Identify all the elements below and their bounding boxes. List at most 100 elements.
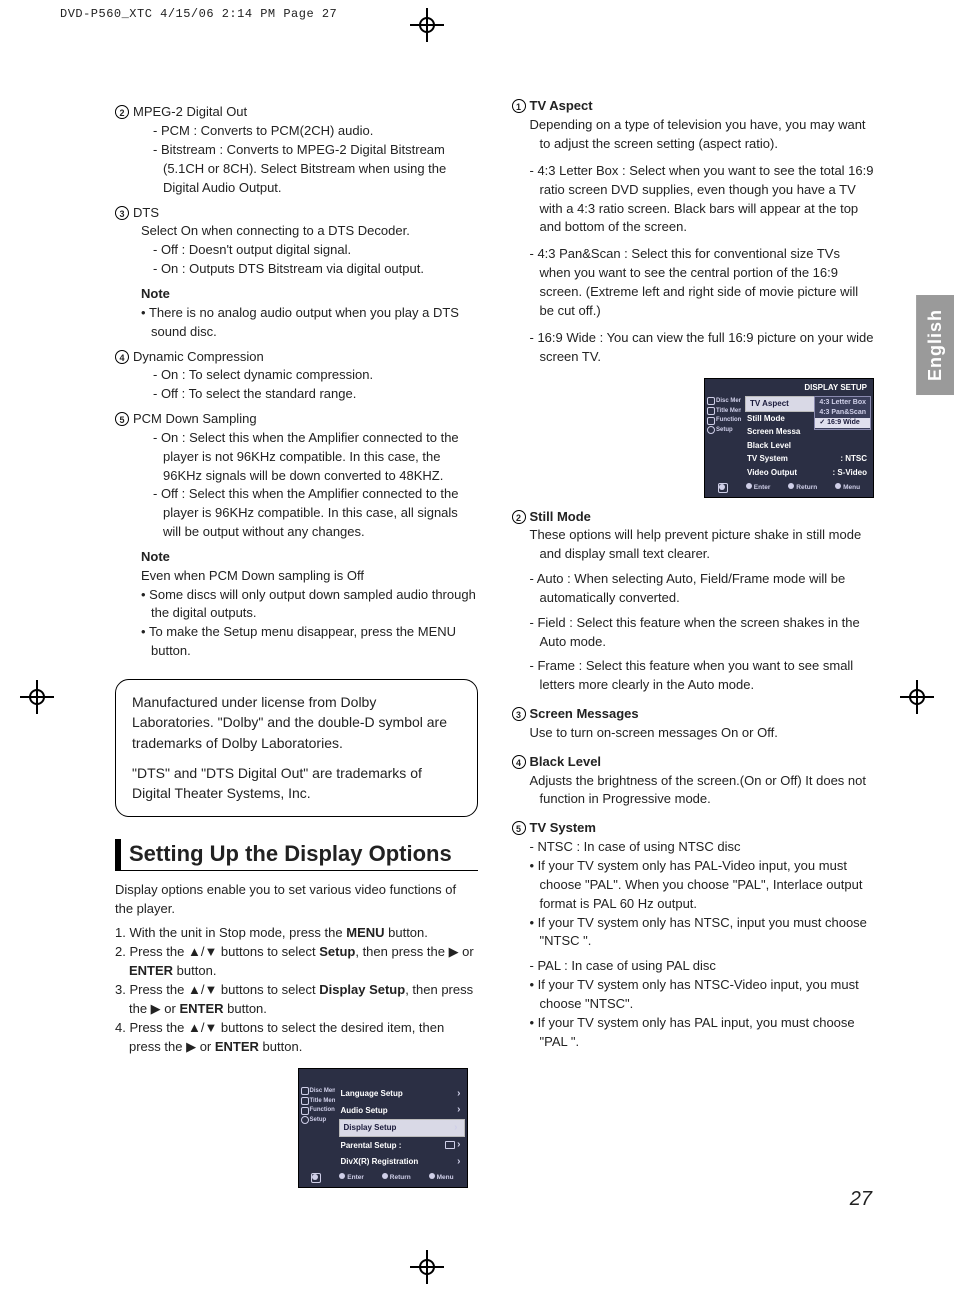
osd2-foot-return: Return xyxy=(788,483,817,493)
osd1-foot-return: Return xyxy=(382,1173,411,1183)
osd1-foot-menu: Menu xyxy=(429,1173,454,1183)
bullet-5-icon: 5 xyxy=(115,412,129,426)
bullet-2-icon: 2 xyxy=(115,105,129,119)
tvsys-title: TV System xyxy=(530,820,596,835)
left-column: 2MPEG-2 Digital Out - PCM : Converts to … xyxy=(115,97,478,1192)
tvsys-b4: If your TV system only has PAL input, yo… xyxy=(530,1014,875,1052)
pcmdown-on: - On : Select this when the Amplifier co… xyxy=(153,429,478,486)
mpeg2-bitstream: - Bitstream : Converts to MPEG-2 Digital… xyxy=(153,141,478,198)
bullet-4r-icon: 4 xyxy=(512,755,526,769)
step-4: 4. Press the ▲/▼ buttons to select the d… xyxy=(129,1019,478,1057)
osd-setup-menu: Disc Menu Title Menu Function Setup Lang… xyxy=(298,1068,468,1188)
gear-icon xyxy=(707,426,715,434)
dts-note-label: Note xyxy=(141,285,478,304)
osd2-val-video: : S-Video xyxy=(832,467,867,479)
osd2-title: DISPLAY SETUP xyxy=(705,379,873,396)
license-box: Manufactured under license from Dolby La… xyxy=(115,679,478,816)
still-frame: - Frame : Select this feature when you w… xyxy=(530,657,875,695)
bullet-3r-icon: 3 xyxy=(512,707,526,721)
pcmdown-note-2: To make the Setup menu disappear, press … xyxy=(141,623,478,661)
dts-on: - On : Outputs DTS Bitstream via digital… xyxy=(153,260,478,279)
tvsys-ntsc: - NTSC : In case of using NTSC disc xyxy=(530,838,875,857)
right-column: 1 TV Aspect Depending on a type of televi… xyxy=(512,97,875,1192)
pcmdown-note-1: Some discs will only output down sampled… xyxy=(141,586,478,624)
still-auto: - Auto : When selecting Auto, Field/Fram… xyxy=(530,570,875,608)
osd-display-setup: DISPLAY SETUP Disc Menu Title Menu Funct… xyxy=(704,378,874,497)
black-title: Black Level xyxy=(530,754,602,769)
display-steps: Display options enable you to set variou… xyxy=(115,881,478,1057)
osd2-foot-menu: Menu xyxy=(835,483,860,493)
chevron-right-icon xyxy=(457,1140,460,1149)
tvaspect-title: TV Aspect xyxy=(530,98,593,113)
dts-off: - Off : Doesn't output digital signal. xyxy=(153,241,478,260)
print-slug: DVD-P560_XTC 4/15/06 2:14 PM Page 27 xyxy=(0,0,954,27)
osd1-row-parental: Parental Setup : xyxy=(341,1140,402,1152)
osd2-row-screenmsg: Screen Messa xyxy=(747,426,800,438)
still-title: Still Mode xyxy=(530,509,591,524)
still-lead: These options will help prevent picture … xyxy=(530,526,875,564)
osd2-row-still: Still Mode xyxy=(747,413,785,425)
title-icon xyxy=(301,1097,309,1105)
section-heading: Setting Up the Display Options xyxy=(115,839,478,871)
bullet-1r-icon: 1 xyxy=(512,99,526,113)
tvsys-b3: If your TV system only has NTSC-Video in… xyxy=(530,976,875,1014)
license-dts: "DTS" and "DTS Digital Out" are trademar… xyxy=(132,763,461,804)
osd1-foot-enter: Enter xyxy=(339,1173,364,1183)
tvaspect-lead: Depending on a type of television you ha… xyxy=(530,116,875,154)
osd2-row-tvaspect: TV Aspect xyxy=(750,398,789,410)
mpeg2-title: MPEG-2 Digital Out xyxy=(133,104,247,119)
license-dolby: Manufactured under license from Dolby La… xyxy=(132,692,461,753)
screenmsg-lead: Use to turn on-screen messages On or Off… xyxy=(530,724,875,743)
chevron-right-icon xyxy=(457,1155,460,1170)
dts-note-1: There is no analog audio output when you… xyxy=(141,304,478,342)
still-field: - Field : Select this feature when the s… xyxy=(530,614,875,652)
gear-icon xyxy=(301,1116,309,1124)
lock-icon xyxy=(445,1141,455,1149)
osd2-row-black: Black Level xyxy=(747,440,791,452)
step-1: 1. With the unit in Stop mode, press the… xyxy=(129,924,478,943)
display-intro: Display options enable you to set variou… xyxy=(115,881,478,919)
chevron-right-icon xyxy=(457,1087,460,1102)
osd2-opt-43ps: 4:3 Pan&Scan xyxy=(815,408,870,418)
osd1-row-divx: DivX(R) Registration xyxy=(341,1156,419,1168)
disc-icon xyxy=(707,397,715,405)
osd2-row-video: Video Output xyxy=(747,467,797,479)
dyncomp-title: Dynamic Compression xyxy=(133,349,264,364)
step-2: 2. Press the ▲/▼ buttons to select Setup… xyxy=(129,943,478,981)
registration-mark-bottom xyxy=(410,1250,444,1284)
tvsys-pal: - PAL : In case of using PAL disc xyxy=(530,957,875,976)
bullet-5r-icon: 5 xyxy=(512,821,526,835)
pcmdown-note-lead: Even when PCM Down sampling is Off xyxy=(141,567,478,586)
dts-title: DTS xyxy=(133,205,159,220)
dyncomp-on: - On : To select dynamic compression. xyxy=(153,366,478,385)
page-number: 27 xyxy=(850,1185,872,1214)
chevron-right-icon xyxy=(457,1103,460,1118)
step-3: 3. Press the ▲/▼ buttons to select Displ… xyxy=(129,981,478,1019)
tvsys-b2: If your TV system only has NTSC, input y… xyxy=(530,914,875,952)
tvaspect-169: - 16:9 Wide : You can view the full 16:9… xyxy=(530,329,875,367)
dyncomp-off: - Off : To select the standard range. xyxy=(153,385,478,404)
osd2-opt-43lb: 4:3 Letter Box xyxy=(815,398,870,408)
black-lead: Adjusts the brightness of the screen.(On… xyxy=(530,772,875,810)
osd1-row-audio: Audio Setup xyxy=(341,1105,388,1117)
osd1-row-display: Display Setup xyxy=(344,1122,397,1134)
function-icon xyxy=(301,1107,309,1115)
title-icon xyxy=(707,407,715,415)
osd2-row-tvsys: TV System xyxy=(747,453,788,465)
dpad-icon xyxy=(311,1173,321,1183)
pcmdown-off: - Off : Select this when the Amplifier c… xyxy=(153,485,478,542)
chevron-right-icon xyxy=(454,1121,457,1136)
dts-lead: Select On when connecting to a DTS Decod… xyxy=(141,222,478,241)
bullet-4-icon: 4 xyxy=(115,350,129,364)
screenmsg-title: Screen Messages xyxy=(530,706,639,721)
osd2-foot-enter: Enter xyxy=(746,483,771,493)
tvaspect-43lb: - 4:3 Letter Box : Select when you want … xyxy=(530,162,875,237)
disc-icon xyxy=(301,1087,309,1095)
pcmdown-title: PCM Down Sampling xyxy=(133,411,257,426)
function-icon xyxy=(707,417,715,425)
tvsys-b1: If your TV system only has PAL-Video inp… xyxy=(530,857,875,914)
tvaspect-43ps: - 4:3 Pan&Scan : Select this for convent… xyxy=(530,245,875,320)
dpad-icon xyxy=(718,483,728,493)
osd1-row-language: Language Setup xyxy=(341,1088,403,1100)
osd2-options-popup: 4:3 Letter Box 4:3 Pan&Scan 16:9 Wide xyxy=(814,396,871,430)
